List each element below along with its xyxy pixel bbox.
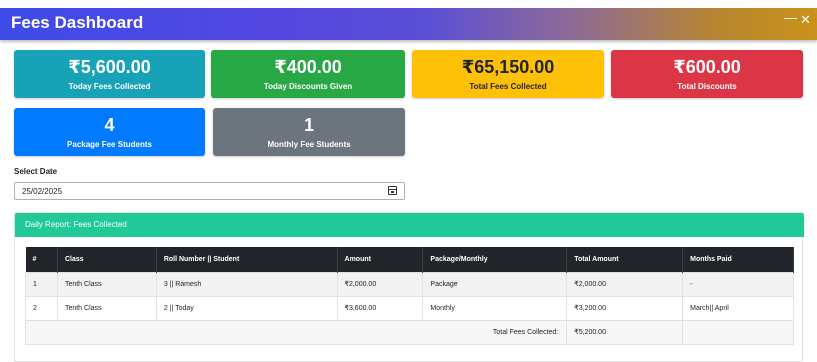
total-value: ₹5,200.00: [566, 319, 684, 345]
table-cell: -: [682, 271, 794, 297]
table-header-row: # Class Roll Number || Student Amount Pa…: [25, 247, 794, 272]
card-today-discounts: ₹400.00 Today Discounts Given: [211, 50, 405, 98]
table-cell: Monthly: [422, 295, 568, 321]
minimize-icon[interactable]: —: [784, 11, 797, 25]
table-cell: ₹3,600.00: [336, 295, 424, 321]
card-monthly-students: 1 Monthly Fee Students: [213, 108, 405, 156]
column-header: Roll Number || Student: [156, 247, 338, 272]
card-label: Package Fee Students: [67, 140, 152, 149]
card-label: Today Fees Collected: [68, 82, 151, 91]
table-cell: [682, 319, 794, 345]
close-icon[interactable]: ✕: [800, 13, 811, 27]
card-today-fees: ₹5,600.00 Today Fees Collected: [14, 50, 205, 98]
table-cell: 2: [25, 295, 58, 321]
card-total-fees: ₹65,150.00 Total Fees Collected: [412, 50, 604, 98]
date-input[interactable]: 25/02/2025: [14, 182, 405, 200]
table-cell: March|| April: [682, 295, 794, 321]
card-value: ₹5,600.00: [68, 57, 151, 77]
table-cell: ₹3,200.00: [566, 295, 684, 321]
column-header: Class: [57, 247, 157, 272]
total-row: Total Fees Collected: ₹5,200.00: [24, 319, 794, 345]
table-cell: 3 || Ramesh: [155, 271, 338, 297]
date-value: 25/02/2025: [22, 187, 63, 196]
daily-report-panel: Daily Report: Fees Collected # Class Rol…: [14, 212, 804, 362]
card-label: Monthly Fee Students: [267, 140, 351, 149]
card-label: Today Discounts Given: [263, 82, 353, 91]
title-bar: Fees Dashboard — ✕: [0, 8, 817, 40]
table-cell: Package: [422, 271, 568, 297]
column-header: #: [25, 247, 58, 272]
card-value: ₹400.00: [274, 57, 342, 77]
table-row: 1 Tenth Class 3 || Ramesh ₹2,000.00 Pack…: [25, 271, 794, 297]
card-package-students: 4 Package Fee Students: [14, 108, 205, 156]
card-value: ₹600.00: [673, 57, 741, 77]
table-cell: 1: [25, 271, 58, 297]
column-header: Months Paid: [682, 247, 794, 272]
panel-header: Daily Report: Fees Collected: [15, 213, 804, 237]
column-header: Package/Monthly: [422, 247, 568, 272]
column-header: Amount: [337, 247, 424, 272]
calendar-icon[interactable]: [388, 186, 397, 195]
card-label: Total Discounts: [677, 82, 737, 91]
card-total-discounts: ₹600.00 Total Discounts: [611, 50, 803, 98]
card-value: ₹65,150.00: [461, 57, 555, 77]
card-value: 4: [104, 115, 115, 135]
table-cell: Tenth Class: [56, 271, 157, 297]
fees-table: # Class Roll Number || Student Amount Pa…: [24, 247, 794, 345]
total-label: Total Fees Collected:: [24, 319, 568, 345]
table-cell: ₹2,000.00: [336, 271, 424, 297]
app-title: Fees Dashboard: [11, 13, 144, 32]
table-row: 2 Tenth Class 2 || Today ₹3,600.00 Month…: [25, 295, 794, 321]
panel-title: Daily Report: Fees Collected: [25, 220, 127, 229]
table-cell: 2 || Today: [155, 295, 338, 321]
table-cell: ₹2,000.00: [566, 271, 684, 297]
table-cell: Tenth Class: [56, 295, 157, 321]
card-value: 1: [303, 115, 314, 135]
date-label: Select Date: [14, 167, 58, 176]
column-header: Total Amount: [566, 247, 684, 272]
card-label: Total Fees Collected: [469, 82, 547, 91]
